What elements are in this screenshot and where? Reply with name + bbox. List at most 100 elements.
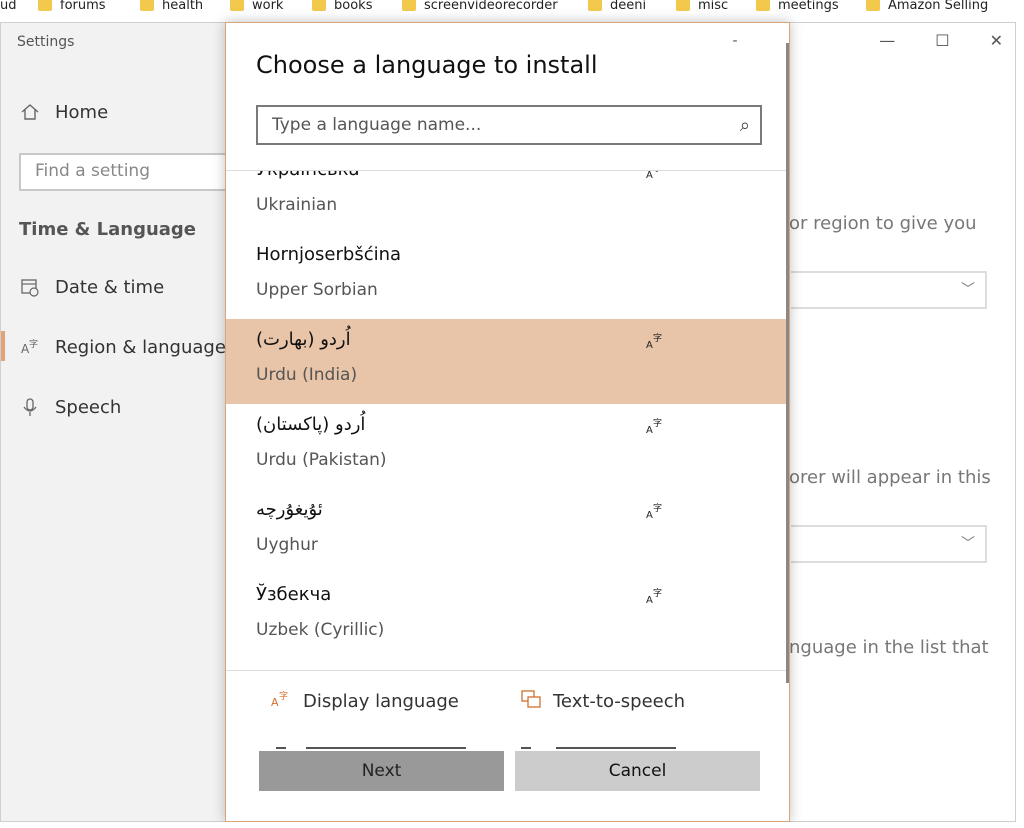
section-title: Time & Language: [19, 219, 197, 240]
dialog-minimize-icon[interactable]: -: [721, 33, 749, 53]
nav-region-language[interactable]: A字 Region & language: [19, 336, 226, 358]
next-button[interactable]: Next: [259, 751, 504, 791]
search-icon[interactable]: ⌕: [740, 115, 750, 136]
microphone-icon: [19, 396, 41, 418]
list-item-selected[interactable]: اُردو (بھارت) Urdu (India) A字: [226, 319, 789, 404]
display-language-feature-icon: A字: [646, 331, 666, 351]
bookmark-screenvideorecorder[interactable]: screenvideorecorder: [402, 0, 558, 14]
bookmark-deeni[interactable]: deeni: [588, 0, 646, 14]
folder-icon: [756, 0, 770, 11]
feature-text-to-speech-label: Text-to-speech: [553, 690, 686, 712]
display-language-feature-icon: A字: [646, 416, 666, 436]
feature-display-language-label: Display language: [303, 690, 459, 712]
language-english-name: Urdu (Pakistan): [256, 450, 387, 470]
bookmark-label: work: [252, 0, 284, 13]
cancel-button[interactable]: Cancel: [515, 751, 760, 791]
bookmark-ud[interactable]: ud: [0, 0, 17, 14]
choose-language-dialog: Choose a language to install - ⌕ Українс…: [225, 22, 790, 822]
svg-text:A: A: [271, 696, 279, 709]
bg-description-2: orer will appear in this: [789, 467, 991, 488]
nav-date-time[interactable]: Date & time: [19, 276, 164, 298]
close-icon[interactable]: ✕: [990, 31, 1003, 50]
svg-text:A: A: [646, 425, 653, 436]
svg-text:字: 字: [29, 338, 38, 350]
text-to-speech-icon: [521, 689, 541, 713]
svg-text:A: A: [646, 340, 653, 351]
bookmark-label: misc: [698, 0, 729, 13]
display-language-feature-icon: A字: [646, 586, 666, 606]
folder-icon: [676, 0, 690, 11]
settings-title: Settings: [17, 34, 75, 50]
list-item[interactable]: Ўзбекча Uzbek (Cyrillic) A字: [226, 574, 789, 659]
home-icon: [19, 101, 41, 123]
calendar-clock-icon: [19, 276, 41, 298]
svg-text:字: 字: [653, 587, 662, 599]
nav-home-label: Home: [55, 101, 109, 123]
language-search-input[interactable]: [258, 107, 718, 143]
nav-home[interactable]: Home: [19, 101, 108, 123]
language-icon: A字: [19, 336, 41, 358]
language-english-name: Uyghur: [256, 535, 318, 555]
dialog-title: Choose a language to install: [256, 51, 598, 79]
bookmark-misc[interactable]: misc: [676, 0, 728, 14]
bookmark-label: forums: [60, 0, 106, 13]
bookmark-label: books: [334, 0, 373, 13]
folder-icon: [140, 0, 154, 11]
bookmark-label: ud: [0, 0, 17, 13]
bookmarks-bar: ud forums health work books screenvideor…: [0, 0, 1024, 22]
bg-description-3: nguage in the list that: [789, 637, 989, 658]
display-language-icon: A字: [271, 689, 291, 713]
display-language-feature-icon: A字: [646, 170, 666, 181]
bookmark-label: meetings: [778, 0, 839, 13]
nav-speech[interactable]: Speech: [19, 396, 121, 418]
folder-icon: [402, 0, 416, 11]
language-english-name: Uzbek (Cyrillic): [256, 620, 385, 640]
list-item[interactable]: اُردو (پاکستان) Urdu (Pakistan) A字: [226, 404, 789, 489]
language-native-name: Hornjoserbšćina: [256, 244, 402, 265]
language-native-name: اُردو (پاکستان): [256, 414, 366, 435]
chevron-down-icon: ﹀: [961, 282, 975, 298]
list-item[interactable]: Hornjoserbšćina Upper Sorbian: [226, 234, 789, 319]
maximize-icon[interactable]: ☐: [935, 31, 949, 50]
language-features: A字 Display language Text-to-speech: [271, 683, 751, 723]
svg-text:A: A: [646, 595, 653, 606]
nav-region-language-label: Region & language: [55, 336, 226, 358]
folder-icon: [38, 0, 52, 11]
language-search: ⌕: [256, 105, 762, 145]
feature-text-to-speech: Text-to-speech: [521, 689, 685, 713]
display-language-feature-icon: A字: [646, 501, 666, 521]
window-controls: — ☐ ✕: [879, 31, 1003, 50]
language-native-name: Українська: [256, 171, 359, 180]
bookmark-amazon-selling[interactable]: Amazon Selling: [866, 0, 988, 14]
find-setting-input[interactable]: Find a setting: [19, 153, 239, 191]
language-native-name: اُردو (بھارت): [256, 329, 351, 350]
bookmark-label: screenvideorecorder: [424, 0, 558, 13]
language-english-name: Ukrainian: [256, 195, 338, 215]
svg-text:A: A: [646, 510, 653, 521]
language-english-name: Urdu (India): [256, 365, 358, 385]
folder-icon: [230, 0, 244, 11]
svg-text:字: 字: [653, 332, 662, 344]
display-language-select[interactable]: ﹀: [791, 525, 987, 563]
bookmark-work[interactable]: work: [230, 0, 283, 14]
nav-date-time-label: Date & time: [55, 276, 165, 298]
svg-text:字: 字: [653, 170, 662, 174]
language-list: Українська Ukrainian A字 Hornjoserbšćina …: [226, 170, 789, 671]
nav-speech-label: Speech: [55, 396, 122, 418]
bookmark-label: Amazon Selling: [888, 0, 989, 13]
folder-icon: [588, 0, 602, 11]
bookmark-books[interactable]: books: [312, 0, 372, 14]
chevron-down-icon: ﹀: [961, 536, 975, 552]
bookmark-meetings[interactable]: meetings: [756, 0, 839, 14]
bookmark-forums[interactable]: forums: [38, 0, 106, 14]
bookmark-label: health: [162, 0, 204, 13]
list-item[interactable]: ئۇيغۇرچە Uyghur A字: [226, 489, 789, 574]
country-select[interactable]: ﹀: [791, 271, 987, 309]
language-native-name: Ўзбекча: [256, 584, 332, 605]
bookmark-health[interactable]: health: [140, 0, 203, 14]
feature-display-language: A字 Display language: [271, 689, 459, 713]
svg-text:字: 字: [279, 690, 288, 702]
list-scrollbar[interactable]: [786, 43, 789, 683]
minimize-icon[interactable]: —: [879, 31, 895, 50]
list-item[interactable]: Українська Ukrainian A字: [226, 170, 789, 234]
